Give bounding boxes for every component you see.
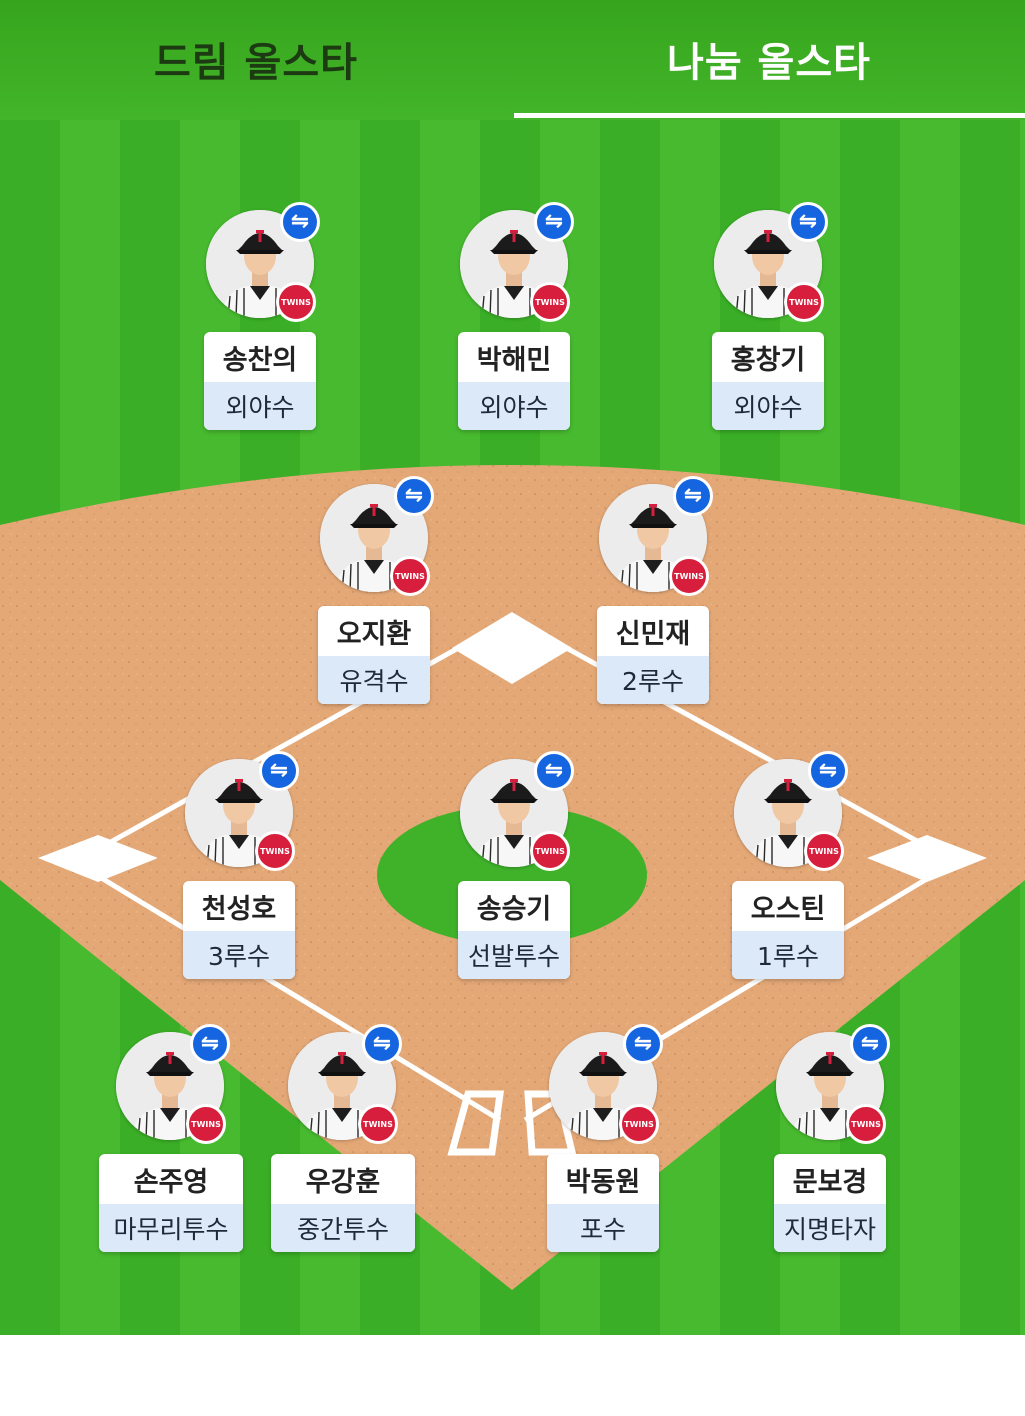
player-card[interactable]: 문보경지명타자 (774, 1154, 886, 1252)
player-card[interactable]: 박해민외야수 (458, 332, 570, 430)
team-logo-icon: TWINS (186, 1104, 226, 1144)
player-card[interactable]: 우강훈중간투수 (271, 1154, 415, 1252)
player-name: 송찬의 (222, 344, 298, 376)
player-slot[interactable]: ⇋ TWINS 오지환유격수 (310, 476, 440, 724)
team-logo-icon: TWINS (619, 1104, 659, 1144)
team-logo-icon: TWINS (669, 556, 709, 596)
player-name: 우강훈 (305, 1166, 381, 1198)
team-logo-text: TWINS (535, 297, 565, 307)
player-card[interactable]: 박동원포수 (547, 1154, 659, 1252)
swap-icon[interactable]: ⇋ (394, 476, 434, 516)
player-position: 3루수 (183, 931, 295, 979)
lineup-stage: 드림 올스타 나눔 올스타 ⇋ TWINS 송찬의외야수 ⇋ TWINS 박해민외야수 ⇋ T… (0, 0, 1025, 1335)
swap-icon[interactable]: ⇋ (850, 1024, 890, 1064)
active-tab-indicator (514, 113, 1025, 118)
player-name: 문보경 (792, 1166, 868, 1198)
team-logo-icon: TWINS (804, 831, 844, 871)
team-logo-icon: TWINS (358, 1104, 398, 1144)
player-name: 송승기 (476, 893, 552, 925)
swap-icon[interactable]: ⇋ (534, 751, 574, 791)
player-name: 천성호 (201, 893, 277, 925)
team-logo-text: TWINS (789, 297, 819, 307)
swap-icon[interactable]: ⇋ (190, 1024, 230, 1064)
player-position: 외야수 (712, 382, 824, 430)
player-slot[interactable]: ⇋ TWINS 천성호 3루수 (175, 751, 305, 999)
swap-icon[interactable]: ⇋ (788, 202, 828, 242)
player-card[interactable]: 송찬의외야수 (204, 332, 316, 430)
player-card[interactable]: 오지환유격수 (318, 606, 430, 704)
team-logo-text: TWINS (281, 297, 311, 307)
team-tabs: 드림 올스타 나눔 올스타 (0, 0, 1025, 118)
player-card[interactable]: 오스틴 1루수 (732, 881, 844, 979)
player-card[interactable]: 송승기선발투수 (458, 881, 570, 979)
team-logo-text: TWINS (395, 571, 425, 581)
player-name: 오지환 (336, 618, 412, 650)
player-card[interactable]: 손주영마무리투수 (99, 1154, 243, 1252)
player-slot[interactable]: ⇋ TWINS 박동원포수 (539, 1024, 669, 1272)
player-card[interactable]: 천성호 3루수 (183, 881, 295, 979)
player-slot[interactable]: ⇋ TWINS 신민재 2루수 (589, 476, 719, 724)
team-logo-icon: TWINS (255, 831, 295, 871)
tab-nanum-allstar[interactable]: 나눔 올스타 (513, 0, 1025, 118)
player-slot[interactable]: ⇋ TWINS 오스틴 1루수 (724, 751, 854, 999)
player-position: 1루수 (732, 931, 844, 979)
player-slot[interactable]: ⇋ TWINS 문보경지명타자 (766, 1024, 896, 1272)
player-position: 선발투수 (458, 931, 570, 979)
player-slot[interactable]: ⇋ TWINS 송찬의외야수 (196, 202, 326, 450)
player-name: 신민재 (615, 618, 691, 650)
swap-icon[interactable]: ⇋ (362, 1024, 402, 1064)
player-slot[interactable]: ⇋ TWINS 박해민외야수 (450, 202, 580, 450)
team-logo-text: TWINS (363, 1119, 393, 1129)
swap-icon[interactable]: ⇋ (280, 202, 320, 242)
swap-icon[interactable]: ⇋ (259, 751, 299, 791)
team-logo-text: TWINS (674, 571, 704, 581)
team-logo-icon: TWINS (530, 831, 570, 871)
player-position: 유격수 (318, 656, 430, 704)
player-slot[interactable]: ⇋ TWINS 송승기선발투수 (450, 751, 580, 999)
team-logo-text: TWINS (809, 846, 839, 856)
team-logo-text: TWINS (260, 846, 290, 856)
player-slot[interactable]: ⇋ TWINS 손주영마무리투수 (99, 1024, 243, 1272)
team-logo-icon: TWINS (276, 282, 316, 322)
player-position: 지명타자 (774, 1204, 886, 1252)
player-position: 외야수 (458, 382, 570, 430)
swap-icon[interactable]: ⇋ (623, 1024, 663, 1064)
team-logo-text: TWINS (191, 1119, 221, 1129)
player-card[interactable]: 홍창기외야수 (712, 332, 824, 430)
swap-icon[interactable]: ⇋ (808, 751, 848, 791)
team-logo-icon: TWINS (530, 282, 570, 322)
team-logo-text: TWINS (624, 1119, 654, 1129)
team-logo-icon: TWINS (846, 1104, 886, 1144)
team-logo-icon: TWINS (784, 282, 824, 322)
swap-icon[interactable]: ⇋ (534, 202, 574, 242)
player-slot[interactable]: ⇋ TWINS 우강훈중간투수 (271, 1024, 415, 1272)
team-logo-icon: TWINS (390, 556, 430, 596)
player-position: 마무리투수 (99, 1204, 243, 1252)
player-position: 외야수 (204, 382, 316, 430)
player-name: 박해민 (476, 344, 552, 376)
player-name: 홍창기 (730, 344, 806, 376)
player-name: 손주영 (133, 1166, 209, 1198)
player-position: 포수 (547, 1204, 659, 1252)
player-slot[interactable]: ⇋ TWINS 홍창기외야수 (704, 202, 834, 450)
player-position: 2루수 (597, 656, 709, 704)
player-card[interactable]: 신민재 2루수 (597, 606, 709, 704)
tab-dream-allstar[interactable]: 드림 올스타 (0, 0, 512, 118)
swap-icon[interactable]: ⇋ (673, 476, 713, 516)
player-name: 오스틴 (750, 893, 826, 925)
player-position: 중간투수 (271, 1204, 415, 1252)
team-logo-text: TWINS (535, 846, 565, 856)
player-name: 박동원 (565, 1166, 641, 1198)
team-logo-text: TWINS (851, 1119, 881, 1129)
